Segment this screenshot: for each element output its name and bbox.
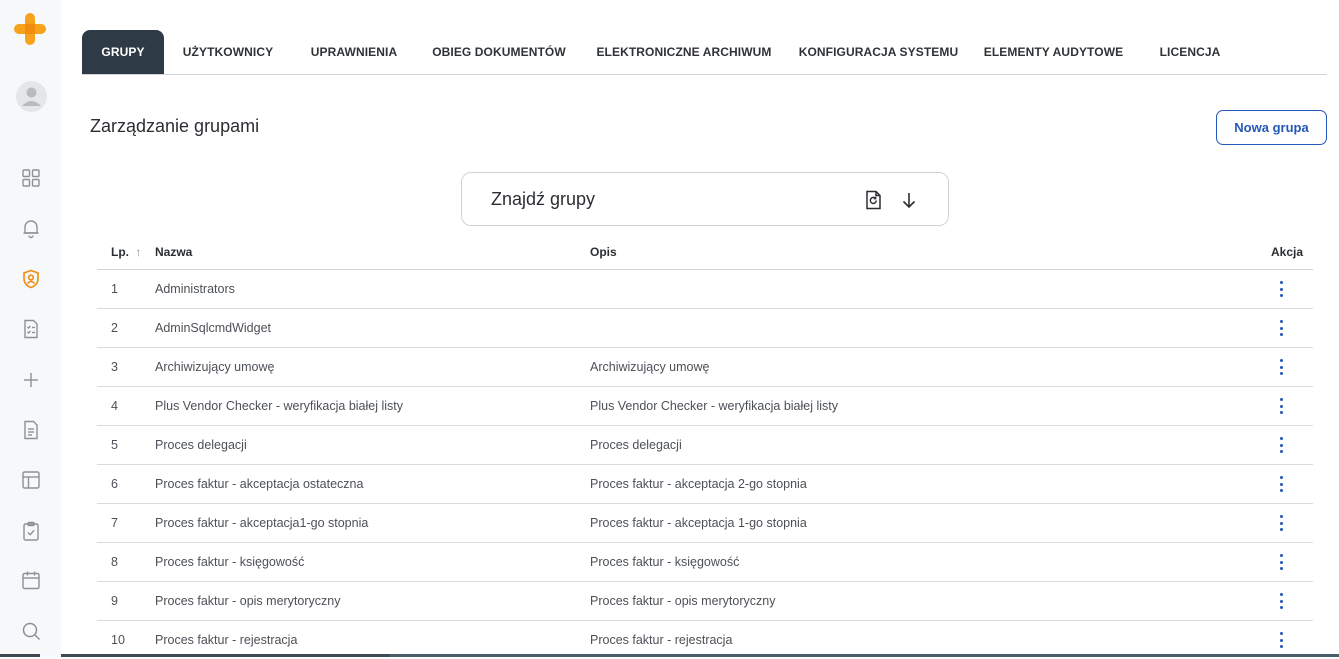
- sidebar: [0, 0, 61, 657]
- table-row[interactable]: 3 Archiwizujący umowę Archiwizujący umow…: [97, 348, 1313, 387]
- row-lp: 1: [111, 282, 118, 296]
- new-group-button[interactable]: Nowa grupa: [1216, 110, 1327, 145]
- table-row[interactable]: 6 Proces faktur - akceptacja ostateczna …: [97, 465, 1313, 504]
- table-header: Lp. ↑ Nazwa Opis Akcja: [97, 234, 1313, 270]
- row-lp: 7: [111, 516, 118, 530]
- tab-uzytkownicy[interactable]: UŻYTKOWNICY: [174, 30, 282, 74]
- refresh-document-icon[interactable]: [863, 189, 885, 211]
- row-name: Proces faktur - opis merytoryczny: [155, 594, 341, 608]
- row-description: Proces faktur - księgowość: [590, 555, 740, 569]
- table-row[interactable]: 7 Proces faktur - akceptacja1-go stopnia…: [97, 504, 1313, 543]
- tab-uprawnienia[interactable]: UPRAWNIENIA: [300, 30, 408, 74]
- row-lp: 2: [111, 321, 118, 335]
- arrow-down-icon[interactable]: [898, 189, 920, 211]
- row-actions-menu-icon[interactable]: [1273, 395, 1289, 417]
- table-row[interactable]: 4 Plus Vendor Checker - weryfikacja biał…: [97, 387, 1313, 426]
- row-actions-menu-icon[interactable]: [1273, 434, 1289, 456]
- row-name: Administrators: [155, 282, 235, 296]
- header-name[interactable]: Nazwa: [155, 245, 192, 259]
- row-name: Archiwizujący umowę: [155, 360, 275, 374]
- table-row[interactable]: 2 AdminSqlcmdWidget: [97, 309, 1313, 348]
- row-actions-menu-icon[interactable]: [1273, 590, 1289, 612]
- row-name: AdminSqlcmdWidget: [155, 321, 272, 335]
- sort-ascending-icon[interactable]: ↑: [135, 245, 141, 259]
- row-description: Plus Vendor Checker - weryfikacja białej…: [590, 399, 839, 413]
- groups-table: Lp. ↑ Nazwa Opis Akcja 1 Administrators …: [97, 234, 1313, 659]
- search-panel-label: Znajdź grupy: [491, 189, 596, 209]
- table-row[interactable]: 5 Proces delegacji Proces delegacji: [97, 426, 1313, 465]
- row-description: Proces faktur - rejestracja: [590, 633, 733, 647]
- row-description: Archiwizujący umowę: [590, 360, 710, 374]
- table-row[interactable]: 9 Proces faktur - opis merytoryczny Proc…: [97, 582, 1313, 621]
- document-icon[interactable]: [19, 418, 43, 442]
- row-lp: 4: [111, 399, 118, 413]
- calendar-icon[interactable]: [19, 568, 43, 592]
- row-description: Proces faktur - akceptacja 1-go stopnia: [590, 516, 807, 530]
- checklist-document-icon[interactable]: [19, 317, 43, 341]
- search-icon[interactable]: [19, 619, 43, 643]
- row-actions-menu-icon[interactable]: [1273, 473, 1289, 495]
- row-actions-menu-icon[interactable]: [1273, 317, 1289, 339]
- row-actions-menu-icon[interactable]: [1273, 512, 1289, 534]
- dashboard-grid-icon[interactable]: [19, 166, 43, 190]
- row-lp: 3: [111, 360, 118, 374]
- orange-plus-logo-icon[interactable]: [13, 12, 47, 46]
- tab-konfiguracja-systemu[interactable]: KONFIGURACJA SYSTEMU: [795, 30, 962, 74]
- row-name: Proces faktur - księgowość: [155, 555, 305, 569]
- page-title: Zarządzanie grupami: [90, 116, 260, 136]
- header-lp[interactable]: Lp. ↑: [111, 245, 141, 259]
- row-description: Proces faktur - opis merytoryczny: [590, 594, 776, 608]
- user-shield-icon[interactable]: [19, 267, 43, 291]
- header-lp-label: Lp.: [111, 245, 129, 259]
- row-description: Proces delegacji: [590, 438, 682, 452]
- search-panel[interactable]: Znajdź grupy: [461, 172, 949, 226]
- row-lp: 6: [111, 477, 118, 491]
- plus-icon[interactable]: [19, 368, 43, 392]
- row-name: Proces faktur - akceptacja ostateczna: [155, 477, 364, 491]
- row-actions-menu-icon[interactable]: [1273, 278, 1289, 300]
- row-lp: 9: [111, 594, 118, 608]
- row-lp: 5: [111, 438, 118, 452]
- row-actions-menu-icon[interactable]: [1273, 356, 1289, 378]
- row-lp: 10: [111, 633, 125, 647]
- table-row[interactable]: 1 Administrators: [97, 270, 1313, 309]
- tab-obieg-dokumentow[interactable]: OBIEG DOKUMENTÓW: [427, 30, 571, 74]
- row-description: Proces faktur - akceptacja 2-go stopnia: [590, 477, 807, 491]
- header-description[interactable]: Opis: [590, 245, 617, 259]
- tab-elektroniczne-archiwum[interactable]: ELEKTRONICZNE ARCHIWUM: [591, 30, 777, 74]
- row-name: Proces faktur - akceptacja1-go stopnia: [155, 516, 369, 530]
- row-lp: 8: [111, 555, 118, 569]
- bell-icon[interactable]: [19, 216, 43, 240]
- row-name: Plus Vendor Checker - weryfikacja białej…: [155, 399, 404, 413]
- layout-icon[interactable]: [19, 468, 43, 492]
- clipboard-check-icon[interactable]: [19, 519, 43, 543]
- table-row[interactable]: 8 Proces faktur - księgowość Proces fakt…: [97, 543, 1313, 582]
- row-actions-menu-icon[interactable]: [1273, 551, 1289, 573]
- row-actions-menu-icon[interactable]: [1273, 629, 1289, 651]
- tab-licencja[interactable]: LICENCJA: [1149, 30, 1231, 74]
- tab-elementy-audytowe[interactable]: ELEMENTY AUDYTOWE: [980, 30, 1127, 74]
- row-name: Proces faktur - rejestracja: [155, 633, 298, 647]
- header-action: Akcja: [1271, 245, 1304, 259]
- row-name: Proces delegacji: [155, 438, 247, 452]
- avatar[interactable]: [16, 81, 47, 112]
- tab-grupy[interactable]: GRUPY: [82, 30, 164, 74]
- tab-bar: GRUPY UŻYTKOWNICY UPRAWNIENIA OBIEG DOKU…: [82, 30, 1327, 75]
